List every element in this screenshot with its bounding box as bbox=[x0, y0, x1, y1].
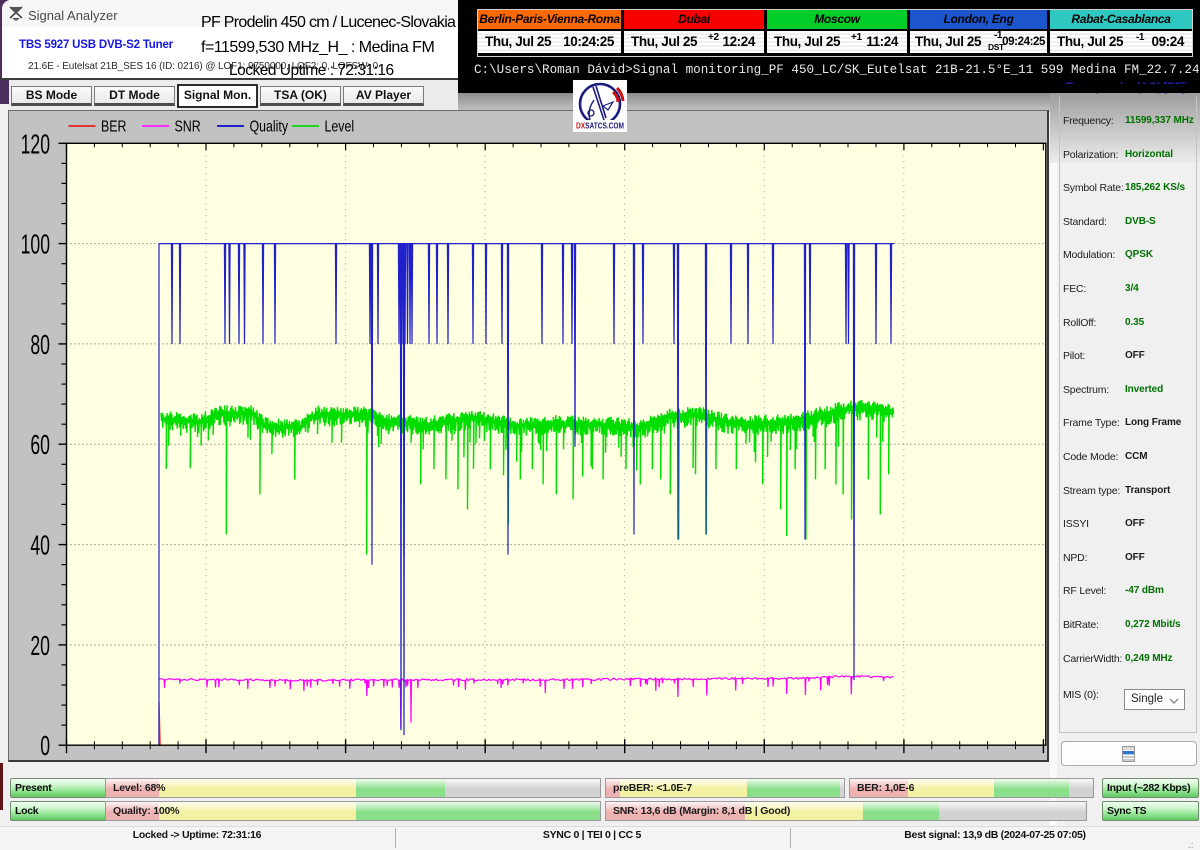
svg-text:SNR: SNR bbox=[175, 117, 201, 135]
svg-text:60: 60 bbox=[30, 429, 50, 460]
svg-text:Level: Level bbox=[325, 117, 355, 135]
svg-text:0: 0 bbox=[40, 730, 50, 761]
svg-text:20: 20 bbox=[30, 630, 50, 661]
svg-text:120: 120 bbox=[21, 128, 50, 159]
svg-text:Quality: Quality bbox=[250, 117, 289, 135]
svg-text:DXSATCS.COM: DXSATCS.COM bbox=[576, 121, 624, 131]
svg-text:100: 100 bbox=[21, 228, 50, 259]
svg-text:80: 80 bbox=[30, 329, 50, 360]
svg-text:40: 40 bbox=[30, 529, 50, 560]
svg-text:BER: BER bbox=[101, 117, 126, 135]
